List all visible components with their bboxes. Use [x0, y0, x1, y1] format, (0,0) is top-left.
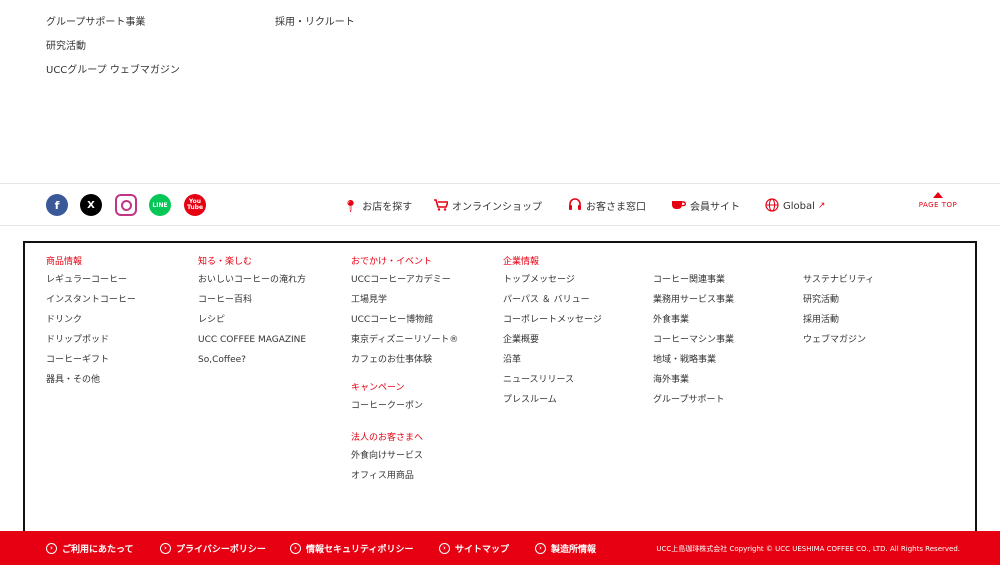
sitemap-link[interactable]: 東京ディズニーリゾート®: [351, 330, 458, 350]
column-heading[interactable]: おでかけ・イベント: [351, 254, 458, 270]
sitemap-link[interactable]: パーパス ＆ バリュー: [503, 290, 602, 310]
page-top-button[interactable]: PAGE TOP: [916, 192, 960, 209]
coffee-cup-icon: [671, 199, 686, 212]
sitemap-link[interactable]: コーヒーマシン事業: [653, 330, 734, 350]
sitemap-link[interactable]: カフェのお仕事体験: [351, 350, 458, 370]
chevron-right-circle-icon: ›: [160, 543, 171, 554]
sitemap-link[interactable]: 外食向けサービス: [351, 446, 458, 466]
footer-link-security[interactable]: › 情報セキュリティポリシー: [290, 542, 413, 555]
sitemap-link[interactable]: ドリンク: [46, 310, 136, 330]
nav-global-label: Global: [783, 200, 815, 212]
sitemap-link[interactable]: レシピ: [198, 310, 306, 330]
nav-member-label: 会員サイト: [690, 202, 740, 213]
sitemap-link[interactable]: UCCコーヒーアカデミー: [351, 270, 458, 290]
sitemap-link[interactable]: サステナビリティ: [803, 270, 874, 290]
footer-link-privacy[interactable]: › プライバシーポリシー: [160, 542, 266, 555]
footer-bar: › ご利用にあたって › プライバシーポリシー › 情報セキュリティポリシー ›…: [0, 531, 1000, 565]
sitemap-column-company-business: コーヒー関連事業 業務用サービス事業 外食事業 コーヒーマシン事業 地域・戦略事…: [653, 270, 734, 410]
footer-link-label: 製造所情報: [551, 545, 597, 555]
sitemap-column-products: 商品情報 レギュラーコーヒー インスタントコーヒー ドリンク ドリップポッド コ…: [46, 254, 136, 390]
sitemap-link[interactable]: 工場見学: [351, 290, 458, 310]
top-link-section: グループサポート事業 採用・リクルート 研究活動 UCCグループ ウェブマガジン: [0, 0, 1000, 183]
footer-link-factory[interactable]: › 製造所情報: [535, 542, 596, 555]
line-icon[interactable]: LINE: [149, 194, 171, 216]
nav-customer-support[interactable]: お客さま窓口: [568, 198, 646, 213]
facebook-icon[interactable]: f: [46, 194, 68, 216]
nav-customer-label: お客さま窓口: [586, 202, 646, 213]
sitemap-link[interactable]: 外食事業: [653, 310, 734, 330]
column-heading[interactable]: 企業情報: [503, 254, 602, 270]
nav-store-finder[interactable]: 📍︎ お店を探す: [343, 198, 413, 214]
map-pin-icon: 📍︎: [343, 198, 359, 213]
nav-member-site[interactable]: 会員サイト: [671, 198, 740, 213]
sitemap-link[interactable]: プレスルーム: [503, 390, 602, 410]
footer-link-label: 情報セキュリティポリシー: [306, 545, 414, 555]
link-group-support[interactable]: グループサポート事業: [46, 13, 145, 28]
sitemap-column-events: おでかけ・イベント UCCコーヒーアカデミー 工場見学 UCCコーヒー博物館 東…: [351, 254, 458, 486]
sitemap-link[interactable]: 沿革: [503, 350, 602, 370]
chevron-right-circle-icon: ›: [535, 543, 546, 554]
sitemap-link[interactable]: コーヒー百科: [198, 290, 306, 310]
instagram-icon[interactable]: [115, 194, 137, 216]
sitemap-link[interactable]: 企業概要: [503, 330, 602, 350]
sitemap-link[interactable]: コーポレートメッセージ: [503, 310, 602, 330]
sitemap-link[interactable]: コーヒー関連事業: [653, 270, 734, 290]
headset-icon: [568, 198, 582, 213]
footer-link-label: プライバシーポリシー: [176, 545, 266, 555]
sitemap-link[interactable]: 採用活動: [803, 310, 874, 330]
sitemap-column-company: 企業情報 トップメッセージ パーパス ＆ バリュー コーポレートメッセージ 企業…: [503, 254, 602, 410]
arrow-up-icon: [933, 192, 943, 198]
x-icon[interactable]: X: [80, 194, 102, 216]
youtube-icon[interactable]: You Tube: [184, 194, 206, 216]
sitemap-link[interactable]: コーヒークーポン: [351, 396, 458, 416]
nav-global[interactable]: Global ↗: [765, 198, 825, 214]
footer-link-sitemap[interactable]: › サイトマップ: [439, 542, 509, 555]
sitemap-link[interactable]: グループサポート: [653, 390, 734, 410]
sitemap-link[interactable]: UCC COFFEE MAGAZINE: [198, 330, 306, 350]
chevron-right-circle-icon: ›: [439, 543, 450, 554]
cart-icon: [434, 198, 450, 213]
sitemap-link[interactable]: 器具・その他: [46, 370, 136, 390]
sitemap-column-enjoy: 知る・楽しむ おいしいコーヒーの淹れ方 コーヒー百科 レシピ UCC COFFE…: [198, 254, 306, 370]
nav-store-label: お店を探す: [362, 202, 413, 213]
link-web-magazine[interactable]: UCCグループ ウェブマガジン: [46, 61, 180, 76]
chevron-right-circle-icon: ›: [46, 543, 57, 554]
sitemap-link[interactable]: おいしいコーヒーの淹れ方: [198, 270, 306, 290]
footer-link-label: ご利用にあたって: [62, 545, 134, 555]
column-subheading[interactable]: 法人のお客さまへ: [351, 430, 458, 446]
sitemap-link[interactable]: 業務用サービス事業: [653, 290, 734, 310]
sitemap-link[interactable]: UCCコーヒー博物館: [351, 310, 458, 330]
sitemap-link[interactable]: レギュラーコーヒー: [46, 270, 136, 290]
nav-online-shop-label: オンラインショップ: [452, 202, 542, 213]
social-nav-bar: f X LINE You Tube 📍︎ お店を探す オンラインショップ お客さ…: [0, 183, 1000, 226]
footer-link-label: サイトマップ: [455, 545, 510, 555]
column-subheading[interactable]: キャンペーン: [351, 380, 458, 396]
sitemap-link[interactable]: オフィス用商品: [351, 466, 458, 486]
sitemap-link[interactable]: 研究活動: [803, 290, 874, 310]
column-heading[interactable]: 知る・楽しむ: [198, 254, 306, 270]
page-top-label: PAGE TOP: [918, 201, 958, 209]
sitemap-link[interactable]: 地域・戦略事業: [653, 350, 734, 370]
link-recruit[interactable]: 採用・リクルート: [275, 13, 355, 28]
sitemap-link[interactable]: So,Coffee?: [198, 350, 306, 370]
footer-link-terms[interactable]: › ご利用にあたって: [46, 542, 134, 555]
sitemap-link[interactable]: コーヒーギフト: [46, 350, 136, 370]
sitemap-link[interactable]: インスタントコーヒー: [46, 290, 136, 310]
link-research[interactable]: 研究活動: [46, 37, 86, 52]
sitemap-link[interactable]: ニュースリリース: [503, 370, 602, 390]
chevron-right-circle-icon: ›: [290, 543, 301, 554]
sitemap-link[interactable]: 海外事業: [653, 370, 734, 390]
column-heading[interactable]: 商品情報: [46, 254, 136, 270]
sitemap-link[interactable]: ウェブマガジン: [803, 330, 874, 350]
nav-online-shop[interactable]: オンラインショップ: [434, 198, 542, 213]
sitemap-link[interactable]: ドリップポッド: [46, 330, 136, 350]
sitemap-link[interactable]: トップメッセージ: [503, 270, 602, 290]
globe-icon: [765, 198, 779, 214]
sitemap-column-company-other: サステナビリティ 研究活動 採用活動 ウェブマガジン: [803, 270, 874, 350]
copyright-text: UCC上島珈琲株式会社 Copyright © UCC UESHIMA COFF…: [656, 545, 960, 553]
external-link-icon: ↗: [817, 201, 826, 211]
